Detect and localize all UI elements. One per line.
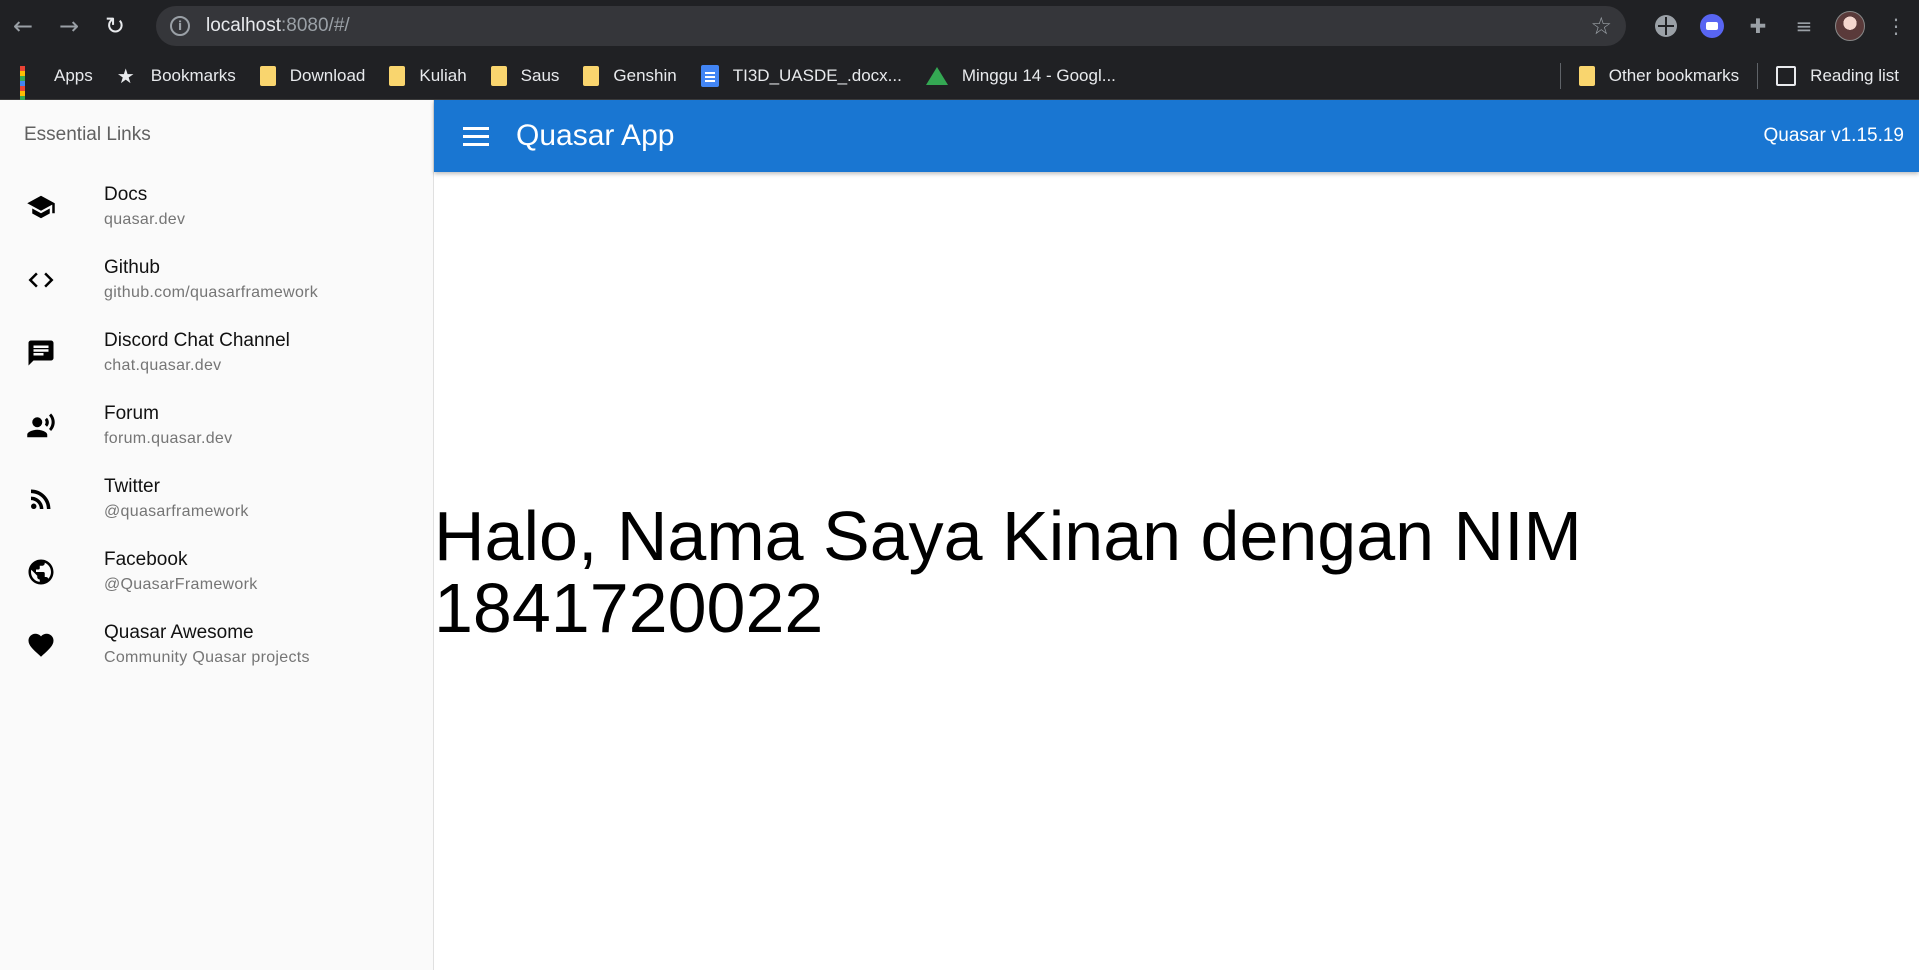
essential-links-drawer: Essential Links Docs quasar.dev Github g…	[0, 100, 434, 970]
apps-grid-icon	[20, 65, 40, 111]
public-icon	[24, 555, 58, 589]
google-docs-icon	[700, 64, 719, 87]
link-title: Github	[104, 257, 160, 278]
link-caption: @quasarframework	[104, 503, 249, 520]
link-title: Facebook	[104, 549, 188, 570]
link-caption: Community Quasar projects	[104, 649, 310, 666]
link-twitter[interactable]: Twitter @quasarframework	[0, 462, 433, 535]
folder-icon	[490, 65, 507, 86]
other-bookmarks[interactable]: Other bookmarks	[1578, 66, 1740, 86]
link-caption: chat.quasar.dev	[104, 357, 222, 374]
link-quasar-awesome[interactable]: Quasar Awesome Community Quasar projects	[0, 608, 433, 681]
site-info-icon[interactable]: i	[170, 16, 190, 36]
bookmark-saus[interactable]: Saus	[490, 65, 560, 86]
greeting-heading: Halo, Nama Saya Kinan dengan NIM 1841720…	[434, 497, 1582, 647]
link-discord[interactable]: Discord Chat Channel chat.quasar.dev	[0, 316, 433, 389]
link-title: Discord Chat Channel	[104, 330, 290, 351]
bookmarks-divider	[1559, 63, 1561, 89]
address-bar[interactable]: i localhost:8080/#/ ☆	[156, 6, 1626, 46]
reading-list[interactable]: Reading list	[1776, 66, 1899, 86]
app-header: Quasar App Quasar v1.15.19	[434, 100, 1919, 172]
bookmark-label: Download	[289, 65, 366, 85]
bookmark-star-icon[interactable]: ☆	[1590, 12, 1612, 40]
record-voice-icon	[24, 409, 58, 443]
school-icon	[24, 190, 58, 224]
link-title: Twitter	[104, 476, 160, 497]
browser-menu-icon[interactable]: ⋮	[1873, 0, 1919, 52]
link-caption: github.com/quasarframework	[104, 284, 319, 301]
bookmark-download[interactable]: Download	[259, 65, 366, 86]
bookmarks-divider	[1757, 63, 1759, 89]
link-forum[interactable]: Forum forum.quasar.dev	[0, 389, 433, 462]
favorite-icon	[24, 628, 58, 662]
link-title: Quasar Awesome	[104, 622, 254, 643]
bookmark-label: Bookmarks	[150, 65, 236, 85]
bookmark-docx[interactable]: TI3D_UASDE_.docx...	[700, 64, 902, 87]
bookmark-label: Saus	[520, 65, 560, 85]
folder-icon	[389, 65, 406, 86]
media-queue-icon[interactable]: ≡	[1781, 0, 1827, 52]
link-github[interactable]: Github github.com/quasarframework	[0, 243, 433, 316]
bookmark-label: Kuliah	[419, 65, 467, 85]
bookmark-bookmarks[interactable]: ★ Bookmarks	[117, 66, 236, 86]
bookmark-drive[interactable]: Minggu 14 - Googl...	[925, 65, 1116, 86]
google-drive-icon	[925, 66, 948, 85]
code-icon	[24, 263, 58, 297]
bookmark-genshin[interactable]: Genshin	[583, 65, 677, 86]
menu-toggle-button[interactable]	[452, 112, 500, 160]
url-text[interactable]: localhost:8080/#/	[206, 15, 350, 37]
hamburger-icon	[463, 126, 489, 130]
browser-toolbar: ← → ↻ i localhost:8080/#/ ☆ ✚ ≡ ⋮	[0, 0, 1919, 52]
bookmark-label: TI3D_UASDE_.docx...	[732, 65, 902, 85]
link-title: Docs	[104, 184, 148, 205]
extensions-puzzle-icon[interactable]: ✚	[1735, 0, 1781, 52]
reading-list-icon	[1776, 66, 1797, 86]
bookmark-apps[interactable]: Apps	[20, 65, 93, 111]
version-label: Quasar v1.15.19	[1763, 125, 1904, 146]
link-facebook[interactable]: Facebook @QuasarFramework	[0, 535, 433, 608]
drawer-header: Essential Links	[24, 124, 151, 145]
rss-feed-icon	[24, 482, 58, 516]
bookmark-label: Genshin	[613, 65, 677, 85]
star-icon: ★	[116, 63, 135, 88]
bookmark-label: Minggu 14 - Googl...	[961, 65, 1116, 85]
back-button[interactable]: ←	[0, 0, 46, 52]
forward-button[interactable]: →	[46, 0, 92, 52]
reading-list-label: Reading list	[1810, 66, 1899, 85]
discord-extension-icon[interactable]	[1689, 0, 1735, 52]
link-caption: forum.quasar.dev	[104, 430, 233, 447]
hamburger-icon	[463, 134, 489, 138]
bookmark-label: Apps	[54, 65, 93, 85]
link-caption: @QuasarFramework	[104, 576, 258, 593]
folder-icon	[583, 65, 600, 86]
chat-icon	[24, 336, 58, 370]
link-docs[interactable]: Docs quasar.dev	[0, 170, 433, 243]
other-bookmarks-label: Other bookmarks	[1608, 66, 1740, 85]
folder-icon	[1578, 66, 1595, 86]
profile-avatar[interactable]	[1827, 0, 1873, 52]
app-title: Quasar App	[516, 119, 675, 152]
translate-extension-icon[interactable]	[1643, 0, 1689, 52]
hamburger-icon	[463, 142, 489, 146]
folder-icon	[259, 65, 276, 86]
bookmark-kuliah[interactable]: Kuliah	[389, 65, 467, 86]
reload-button[interactable]: ↻	[92, 0, 138, 52]
link-caption: quasar.dev	[104, 211, 186, 228]
link-title: Forum	[104, 403, 159, 424]
bookmarks-bar: Apps ★ Bookmarks Download Kuliah Saus Ge…	[0, 52, 1919, 111]
